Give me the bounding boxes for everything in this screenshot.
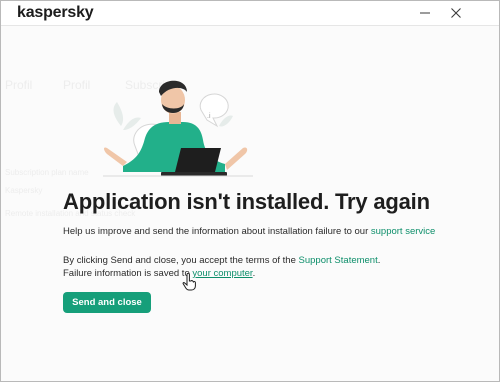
terms-text-before: By clicking Send and close, you accept t…: [63, 255, 299, 266]
terms-text-end: .: [252, 268, 256, 279]
svg-text:.i: .i: [207, 113, 211, 120]
page-title: Application isn't installed. Try again: [63, 189, 430, 214]
close-icon: [451, 8, 461, 18]
title-bar: kaspersky: [1, 1, 499, 26]
person-with-laptop-illustration: ! .i: [103, 80, 253, 177]
hand-pointer-icon: [182, 273, 196, 291]
ghost-text: Profil: [5, 78, 33, 92]
minimize-button[interactable]: [416, 4, 434, 22]
your-computer-link[interactable]: your computer: [192, 268, 252, 279]
support-service-link[interactable]: support service: [371, 226, 435, 237]
kaspersky-window: kaspersky Profil Profil Subscript Subscr…: [0, 0, 500, 382]
support-statement-link[interactable]: Support Statement: [299, 255, 378, 266]
send-and-close-button[interactable]: Send and close: [63, 292, 151, 313]
help-text: Help us improve and send the information…: [63, 225, 435, 238]
terms-text: By clicking Send and close, you accept t…: [63, 254, 403, 280]
minimize-icon: [420, 12, 430, 14]
close-button[interactable]: [447, 4, 465, 22]
kaspersky-logo: kaspersky: [17, 4, 94, 21]
ghost-text: Subscription plan name: [5, 168, 89, 177]
help-text-body: Help us improve and send the information…: [63, 226, 371, 237]
ghost-text: Kaspersky: [5, 186, 43, 195]
